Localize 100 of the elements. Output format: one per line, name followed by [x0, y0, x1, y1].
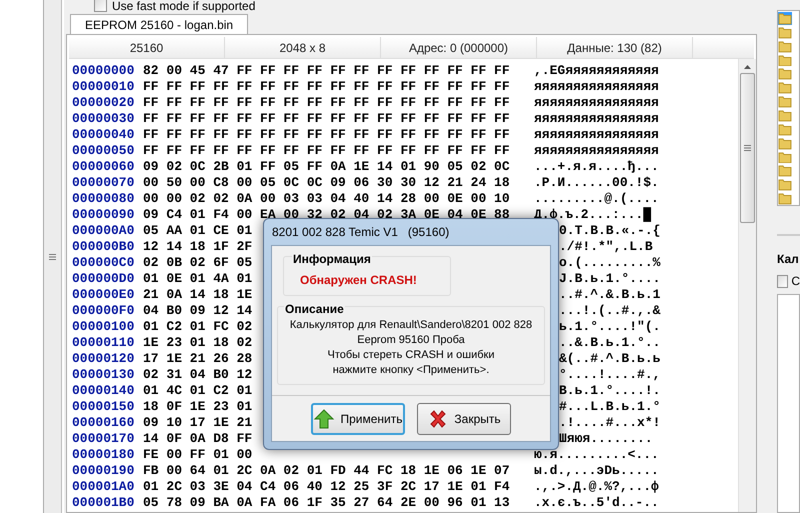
ascii-text: o.(.........% — [558, 255, 660, 271]
hex-address: 00000090 — [72, 207, 136, 223]
hex-bytes: FF FF FF FF FF FF FF FF FF FF FF FF FF FF FF FF — [143, 95, 510, 110]
hex-address: 000000F0 — [72, 303, 136, 319]
hex-address: 000000C0 — [72, 255, 136, 271]
folder-icon[interactable] — [778, 192, 792, 205]
ascii-text: .........@.(.... — [534, 191, 659, 207]
hex-bytes: 01 0E 01 4A 01 — [143, 271, 252, 286]
hex-bytes: 09 C4 01 F4 00 EA 00 32 02 04 02 3A 0E 04 0E 88 — [143, 207, 510, 222]
hex-bytes: FF FF FF FF FF FF FF FF FF FF FF FF FF FF FF FF — [143, 79, 510, 94]
hex-bytes: 12 14 18 1F 2F — [143, 239, 252, 254]
ascii-text: ..#.^.&.B.ь.1 — [558, 287, 660, 303]
hex-address: 00000070 — [72, 175, 136, 191]
up-arrow-icon — [313, 408, 336, 430]
description-text: Чтобы стереть CRASH и ошибки — [328, 348, 494, 363]
folder-icon[interactable] — [778, 178, 792, 192]
ascii-text: °....!....#., — [558, 367, 660, 383]
hex-address: 00000170 — [72, 431, 136, 447]
grip-icon[interactable] — [49, 254, 56, 260]
ascii-text: ..&.B.ь.1.°.. — [558, 335, 660, 351]
ascii-text: ...+.я.я....ђ... — [534, 159, 659, 175]
file-tab[interactable]: EEPROM 25160 - logan.bin — [70, 14, 248, 34]
hex-bytes: FF FF FF FF FF FF FF FF FF FF FF FF FF FF FF FF — [143, 143, 510, 158]
ascii-text: .!....#...x*! — [558, 415, 660, 431]
ascii-text: J.B.ь.1.°.... — [558, 271, 660, 287]
hex-address: 000000E0 — [72, 287, 136, 303]
ascii-text: яяяяяяяяяяяяяяяя — [534, 95, 659, 111]
hex-address: 000000B0 — [72, 239, 136, 255]
hex-bytes: 09 10 17 1E 21 — [143, 415, 252, 430]
hex-address: 00000130 — [72, 367, 136, 383]
hex-address: 000000D0 — [72, 271, 136, 287]
panel-label: Кал — [777, 251, 800, 268]
hex-bytes: 00 00 02 02 0A 00 03 03 04 40 14 28 00 0E 00 10 — [143, 191, 510, 206]
description-text: нажмите кнопку <Применить>. — [332, 363, 490, 378]
hex-bytes: 04 B0 09 12 14 — [143, 303, 252, 318]
scrollbar[interactable] — [738, 59, 756, 512]
hex-bytes: FF FF FF FF FF FF FF FF FF FF FF FF FF FF FF FF — [143, 127, 510, 142]
folder-icon[interactable] — [778, 26, 792, 39]
checkbox[interactable] — [777, 274, 788, 288]
hex-address: 00000180 — [72, 447, 136, 463]
folder-icon[interactable] — [778, 95, 792, 108]
folder-icon[interactable] — [778, 12, 792, 25]
hex-address: 00000100 — [72, 319, 136, 335]
folder-icon[interactable] — [778, 164, 792, 178]
ascii-text: ю.я.........<... — [534, 447, 659, 463]
ascii-text: ...!.(..#.,.& — [558, 303, 660, 319]
hex-address: 00000150 — [72, 399, 136, 415]
splitter[interactable] — [44, 0, 62, 513]
hex-address: 00000030 — [72, 111, 136, 127]
hex-address: 00000160 — [72, 415, 136, 431]
dialog-button[interactable]: Закрыть — [417, 402, 511, 434]
hex-bytes: 02 31 04 B0 12 — [143, 367, 252, 382]
hex-address: 00000140 — [72, 383, 136, 399]
hex-bytes: 01 C2 01 FC 02 — [143, 319, 252, 334]
folder-icon[interactable] — [778, 54, 792, 66]
hex-address: 00000050 — [72, 143, 136, 159]
checkbox[interactable] — [94, 0, 107, 12]
hex-bytes: 21 0A 14 18 1E — [143, 287, 252, 302]
ascii-text: &(..#.^.B.ь.ь — [558, 351, 660, 367]
scroll-up-icon[interactable] — [744, 65, 751, 69]
hex-bytes: 09 02 0C 2B 01 FF 05 FF 0A 1E 14 01 90 05 02 0C — [143, 159, 510, 174]
ascii-text: .,.>.Д.@.%?,...ф — [534, 479, 659, 495]
folder-icon[interactable] — [778, 136, 792, 150]
ascii-text: яяяяяяяяяяяяяяяя — [534, 79, 659, 95]
folder-icon[interactable] — [778, 122, 792, 136]
hex-bytes: 05 78 09 BA 0A FA 06 1F 35 27 64 2E 00 96 01 13 — [143, 495, 510, 510]
folder-icon[interactable] — [778, 150, 792, 164]
ascii-text: #...L.B.ь.1.° — [558, 399, 660, 415]
ascii-text: Д.ф.ъ.2...:...█ — [534, 207, 652, 223]
folder-icon[interactable] — [778, 40, 792, 53]
info-bar-cell: 2048 x 8 — [225, 37, 381, 58]
folder-icon[interactable] — [778, 109, 792, 122]
description-text: Калькулятор для Renault\Sandero\8201 002 828 — [290, 318, 532, 333]
hex-address: 00000190 — [72, 463, 136, 479]
hex-bytes: 05 AA 01 CE 01 — [143, 223, 252, 238]
ascii-text: яяяяяяяяяяяяяяяя — [534, 111, 659, 127]
hex-bytes: 17 1E 21 26 28 — [143, 351, 252, 366]
hex-address: 000001B0 — [72, 495, 136, 511]
hex-address: 00000000 — [72, 63, 136, 79]
description-text: Eeprom 95160 Проба — [357, 333, 465, 348]
hex-address: 000000A0 — [72, 223, 136, 239]
hex-bytes: FE 00 FF 01 00 — [143, 447, 252, 462]
dialog-title: 8201 002 828 Temic V1 (95160) — [271, 224, 450, 241]
ascii-text: ./#!.*",.L.B — [558, 239, 653, 255]
ascii-text: ь.1.°....!"(. — [558, 319, 660, 335]
hex-bytes: 82 00 45 47 FF FF FF FF FF FF FF FF FF FF FF FF — [143, 63, 510, 78]
hex-address: 00000110 — [72, 335, 136, 351]
folder-icon[interactable] — [778, 67, 792, 80]
hex-address: 00000040 — [72, 127, 136, 143]
hex-address: 00000080 — [72, 191, 136, 207]
dialog-button[interactable]: Применить — [311, 402, 405, 434]
ascii-text: Шяюя........ — [558, 431, 653, 447]
ascii-text: яяяяяяяяяяяяяяяя — [534, 127, 659, 143]
ascii-text: 0.T.B.B.«.-.{ — [558, 223, 660, 239]
folder-icon[interactable] — [778, 81, 792, 94]
grip-icon[interactable] — [744, 145, 751, 151]
ascii-text: ы.d.,...эDь..... — [534, 463, 659, 479]
ascii-text: .P.И......00.!$. — [534, 175, 659, 191]
hex-address: 000001A0 — [72, 479, 136, 495]
scroll-thumb[interactable] — [740, 73, 755, 223]
